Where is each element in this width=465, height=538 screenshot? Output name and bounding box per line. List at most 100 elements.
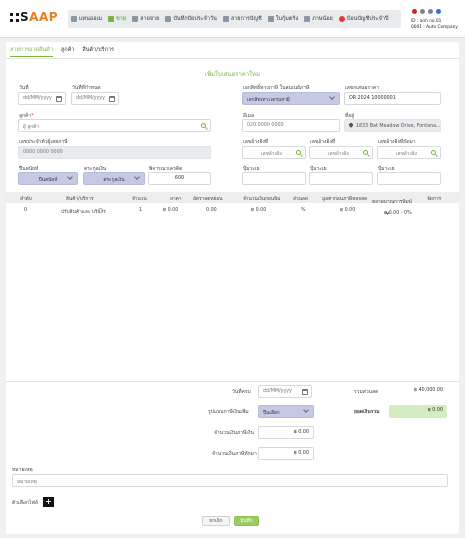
doc-type-select[interactable]: เลกสิทเทาะเดรมสาฝุ้ — [242, 92, 340, 105]
search-icon[interactable] — [98, 208, 103, 213]
extra3-input[interactable] — [377, 172, 441, 185]
col-product: สินค้า/บริการ — [66, 197, 94, 202]
notes-input[interactable]: หมายเหตุ — [12, 474, 448, 487]
row-net: ฿ 0.00 — [340, 208, 356, 213]
quotation-card: ลายการอวดสินค้า ลูกค้า สินค้า/บริการ เพิ… — [6, 42, 459, 534]
form-title: เพิ่มใบเสนอราคาใหม่ — [205, 71, 260, 78]
search-icon[interactable] — [296, 150, 301, 155]
grand-total-value: ฿ 0.00 — [389, 405, 447, 418]
menu-item-expenses[interactable]: ลายจ่าย — [132, 15, 159, 23]
ref2-label: เลขอ้างอิงที่ — [310, 139, 336, 145]
attachments-label: ตัวเลือกไฟล์ — [12, 500, 38, 506]
menu-item-accounting[interactable]: ลายการบัญชี — [222, 15, 262, 23]
col-actions: จัดการ — [427, 197, 442, 202]
valid-date-label: วันที่ครบ — [232, 389, 251, 395]
due-date-label: วันที่ที่กำหนด — [72, 85, 101, 91]
menu-item-sales[interactable]: ขาย — [108, 15, 126, 23]
tab-quotation-list[interactable]: ลายการอวดสินค้า — [10, 46, 53, 57]
menu-item-annual-close[interactable]: ป้อนบัญชีประจำปี — [338, 15, 388, 23]
save-button[interactable]: บันทึก — [234, 516, 259, 526]
cancel-button[interactable]: ยกเลิก — [202, 516, 230, 526]
ref2-input[interactable]: เลขอ้างอิง — [309, 146, 373, 159]
search-icon[interactable] — [363, 150, 368, 155]
location-pin-icon — [348, 122, 354, 128]
user-info[interactable]: ID : anh no 01 0001 : Auto Company — [411, 19, 458, 31]
tax-id-input[interactable]: 0000 0000 0000 — [18, 146, 211, 159]
row-qty[interactable]: 1 — [139, 208, 142, 213]
extra2-input[interactable] — [309, 172, 373, 185]
doc-no-label: เลขกเสนอราคา — [345, 85, 380, 91]
tab-products[interactable]: สินค้า/บริการ — [82, 46, 114, 57]
top-icons — [412, 9, 444, 14]
row-discount[interactable]: % — [301, 208, 306, 213]
row-index: 0 — [24, 208, 28, 213]
vat-type-select[interactable]: ปืนเลือก — [258, 405, 314, 418]
row-price[interactable]: ฿ 0.00 — [163, 208, 178, 213]
search-icon[interactable] — [201, 123, 206, 128]
date-input[interactable]: dd/MM/yyyy — [18, 92, 66, 105]
col-price: ลาคา — [170, 197, 182, 202]
due-date-input[interactable]: dd/MM/yyyy — [71, 92, 119, 105]
calendar-icon[interactable] — [109, 96, 115, 102]
table-row: 0 ปรับสินค้าและ บริการ 1 ฿ 0.00 0.00 ฿ 0… — [24, 208, 412, 216]
cart-icon — [108, 16, 115, 22]
grand-total-label: ยอดเงินรวม — [354, 409, 380, 415]
annual-close-icon — [338, 16, 345, 22]
email-input[interactable]: 020 0000 0000 — [242, 119, 340, 132]
vat-amount-label: จำนวนเงินภาษีเงิน — [214, 430, 254, 436]
tab-bar: ลายการอวดสินค้า ลูกค้า สินค้า/บริการ — [10, 46, 122, 57]
search-icon[interactable] — [431, 150, 436, 155]
add-attachment-icon[interactable]: + — [43, 497, 54, 507]
settings-icon[interactable] — [428, 9, 433, 14]
col-net: มูลค่าก่อนภาษีหลจลด — [322, 197, 368, 202]
address-input[interactable]: 1833 Bat Meadow Drive, Fontana... — [344, 119, 441, 132]
col-amount: จำนวนเงินก่อนพิม — [243, 197, 281, 202]
calendar-icon[interactable] — [302, 389, 308, 395]
ref1-input[interactable]: เลขอ้างอิง — [242, 146, 306, 159]
doc-type-label: เอกสิทธิ์ทางภาษี ในสมเนย์ภาษี — [243, 85, 310, 91]
withholding-label: จำนวนเงินภาษีหักมา — [212, 451, 257, 457]
divider — [6, 381, 459, 382]
ref3-input[interactable]: เลขอ้างอิง — [377, 146, 441, 159]
valid-date-input[interactable]: dd/MM/yyyy — [258, 385, 312, 398]
vat-type-label: รูปแบบภาษีเงินเพิ่ม — [208, 409, 249, 415]
chevron-down-icon — [303, 407, 309, 413]
currency-select[interactable]: ปืนสนัยห์ — [18, 172, 78, 185]
notification-icon[interactable] — [412, 9, 417, 14]
items-table-header: ลำดับ สินค้า/บริการ จำนวน ลาคา อัตราลดหย… — [6, 192, 459, 205]
row-discount-rate[interactable]: 0.00 — [206, 208, 217, 213]
menu-item-overview[interactable]: แทนออเม — [71, 15, 102, 23]
dashboard-icon — [71, 16, 77, 22]
withholding-input[interactable]: ฿ 0.00 — [258, 447, 314, 460]
chevron-down-icon — [134, 174, 140, 180]
customer-input[interactable]: ผู้ ลูกค้า — [18, 119, 211, 132]
tab-customers[interactable]: ลูกค้า — [61, 46, 74, 57]
tax-icon — [304, 16, 311, 22]
notes-label: หมายเหตุ — [12, 467, 33, 473]
doc-no-input[interactable]: OR 2024 10000001 — [344, 92, 441, 105]
wallet-icon — [132, 16, 139, 22]
calendar-icon[interactable] — [56, 96, 62, 102]
extra1-input[interactable] — [242, 172, 306, 185]
user-avatar-icon[interactable] — [436, 9, 441, 14]
divider — [6, 58, 459, 59]
bell-icon[interactable] — [420, 9, 425, 14]
main-menu: แทนออเม ขาย ลายจ่าย บันทึกปัยประจำวัน ลา… — [68, 10, 401, 28]
menu-item-receipts[interactable]: ใบกุ้มตร้ง — [267, 15, 298, 23]
date-label: วันที่ — [19, 85, 29, 91]
vat-amount-input[interactable]: ฿ 0.00 — [258, 426, 314, 439]
grid-logo-icon — [10, 13, 19, 22]
col-discount-rate: อัตราลดหย่อน — [193, 197, 223, 202]
ref1-label: เลขอ้างอิงที่ — [243, 139, 269, 145]
col-discount: ส่วนลด — [293, 197, 308, 202]
menu-item-tax[interactable]: ภาษน้อย — [304, 15, 333, 23]
app-logo[interactable]: SAAP — [10, 10, 58, 24]
credit-input[interactable]: 600 — [148, 172, 211, 185]
chevron-down-icon — [67, 174, 73, 180]
receipt-icon — [267, 16, 274, 22]
menu-item-daily-journal[interactable]: บันทึกปัยประจำวัน — [165, 15, 217, 23]
price-type-select[interactable]: ตระกูลเงิน — [83, 172, 145, 185]
ref3-label: เลขอ้างอิงที่ถัดมา — [378, 139, 416, 145]
journal-icon — [165, 16, 172, 22]
col-index: ลำดับ — [20, 197, 32, 202]
